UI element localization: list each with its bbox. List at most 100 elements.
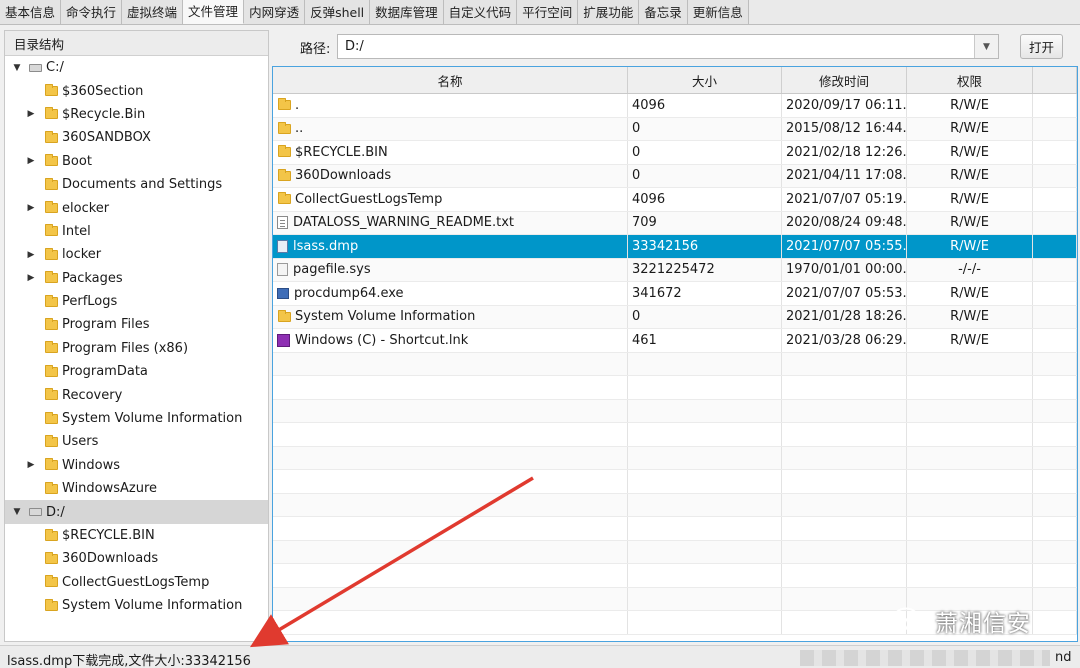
tree-folder[interactable]: Program Files (x86) (5, 337, 268, 360)
tab-3[interactable]: 文件管理 (183, 0, 245, 24)
tree-folder[interactable]: 360SANDBOX (5, 126, 268, 149)
file-modified: 2020/08/24 09:48... (782, 211, 907, 234)
folder-icon (45, 130, 58, 143)
tab-8[interactable]: 平行空间 (517, 0, 579, 24)
file-size: 0 (628, 141, 782, 164)
tree-folder[interactable]: WindowsAzure (5, 477, 268, 500)
empty-cell (273, 540, 628, 563)
table-row[interactable]: lsass.dmp 33342156 2021/07/07 05:55... R/W/… (273, 235, 1077, 259)
tab-5[interactable]: 反弹shell (305, 0, 371, 24)
empty-cell (1033, 423, 1077, 446)
file-size: 4096 (628, 188, 782, 211)
table-row[interactable]: Windows (C) - Shortcut.lnk 461 2021/03/28 … (273, 329, 1077, 353)
empty-cell (907, 493, 1033, 516)
tab-11[interactable]: 更新信息 (687, 0, 749, 24)
tree-folder[interactable]: ▶ elocker (5, 196, 268, 219)
folder-icon (278, 98, 291, 111)
empty-cell (907, 423, 1033, 446)
table-row[interactable]: .. 0 2015/08/12 16:44... R/W/E (273, 117, 1077, 141)
tree-body: ▼ C:/ $360Section ▶ $Recycle.Bin 360SANDBOX ▶ B… (5, 56, 268, 617)
row-filler (1033, 188, 1077, 211)
tab-2[interactable]: 虚拟终端 (122, 0, 184, 24)
column-header-name[interactable]: 名称 (273, 67, 628, 93)
tree-folder[interactable]: Users (5, 430, 268, 453)
file-name-cell: System Volume Information (273, 305, 628, 328)
empty-cell (628, 517, 782, 540)
empty-cell (782, 399, 907, 422)
caret-right-icon[interactable]: ▶ (24, 273, 38, 283)
caret-right-icon[interactable]: ▶ (24, 203, 38, 213)
watermark: 萧湘信安 (893, 604, 1031, 638)
tree-folder[interactable]: Intel (5, 220, 268, 243)
tree-folder[interactable]: ProgramData (5, 360, 268, 383)
empty-cell (628, 587, 782, 610)
tree-folder[interactable]: 360Downloads (5, 547, 268, 570)
column-header-permission[interactable]: 权限 (907, 67, 1033, 93)
path-combobox[interactable]: D:/ ▼ (337, 34, 999, 59)
caret-right-icon[interactable]: ▶ (24, 250, 38, 260)
tree-folder[interactable]: $RECYCLE.BIN (5, 524, 268, 547)
tab-10[interactable]: 备忘录 (639, 0, 688, 24)
tree-folder[interactable]: CollectGuestLogsTemp (5, 571, 268, 594)
folder-icon (45, 84, 58, 97)
tab-0[interactable]: 基本信息 (0, 0, 62, 24)
table-row[interactable]: 360Downloads 0 2021/04/11 17:08... R/W/E (273, 164, 1077, 188)
tree-folder[interactable]: Program Files (5, 313, 268, 336)
column-header-modified[interactable]: 修改时间 (782, 67, 907, 93)
path-input[interactable]: D:/ (338, 39, 974, 54)
row-filler (1033, 329, 1077, 352)
table-row[interactable]: procdump64.exe 341672 2021/07/07 05:53... R… (273, 282, 1077, 306)
column-header-size[interactable]: 大小 (628, 67, 782, 93)
tree-drive[interactable]: ▼ D:/ (5, 500, 268, 524)
open-button[interactable]: 打开 (1020, 34, 1063, 59)
empty-table-row (273, 540, 1077, 564)
tree-header: 目录结构 (5, 31, 268, 56)
tree-drive[interactable]: ▼ C:/ (5, 56, 268, 79)
tree-folder[interactable]: ▶ locker (5, 243, 268, 266)
table-row[interactable]: pagefile.sys 3221225472 1970/01/01 00:00..… (273, 258, 1077, 282)
tab-4[interactable]: 内网穿透 (244, 0, 306, 24)
chevron-down-icon[interactable]: ▼ (974, 35, 998, 58)
tree-folder[interactable]: ▶ Windows (5, 454, 268, 477)
tree-folder[interactable]: Documents and Settings (5, 173, 268, 196)
table-row[interactable]: $RECYCLE.BIN 0 2021/02/18 12:26... R/W/E (273, 141, 1077, 165)
folder-icon (278, 145, 291, 158)
table-header: 名称 大小 修改时间 权限 (273, 67, 1077, 94)
empty-cell (628, 470, 782, 493)
file-permission: R/W/E (907, 188, 1033, 211)
folder-icon (45, 434, 58, 447)
empty-cell (628, 540, 782, 563)
table-row[interactable]: DATALOSS_WARNING_README.txt 709 2020/08/24… (273, 211, 1077, 235)
caret-down-icon[interactable]: ▼ (10, 63, 24, 73)
row-filler (1033, 141, 1077, 164)
empty-cell (273, 587, 628, 610)
table-row[interactable]: CollectGuestLogsTemp 4096 2021/07/07 05:19… (273, 188, 1077, 212)
tree-folder[interactable]: System Volume Information (5, 594, 268, 617)
wechat-icon (893, 607, 926, 633)
tree-folder[interactable]: PerfLogs (5, 290, 268, 313)
table-row[interactable]: System Volume Information 0 2021/01/28 18:… (273, 305, 1077, 329)
tab-9[interactable]: 扩展功能 (578, 0, 640, 24)
caret-right-icon[interactable]: ▶ (24, 109, 38, 119)
tree-folder[interactable]: $360Section (5, 79, 268, 102)
empty-cell (782, 470, 907, 493)
tree-folder[interactable]: System Volume Information (5, 407, 268, 430)
tree-folder[interactable]: ▶ $Recycle.Bin (5, 103, 268, 126)
folder-icon (278, 168, 291, 181)
caret-right-icon[interactable]: ▶ (24, 156, 38, 166)
file-name: System Volume Information (295, 309, 476, 325)
file-permission: R/W/E (907, 94, 1033, 117)
tree-folder[interactable]: Recovery (5, 383, 268, 406)
tree-folder[interactable]: ▶ Packages (5, 267, 268, 290)
table-row[interactable]: . 4096 2020/09/17 06:11... R/W/E (273, 94, 1077, 118)
empty-cell (782, 376, 907, 399)
file-modified: 2021/07/07 05:55... (782, 235, 907, 258)
file-permission: R/W/E (907, 117, 1033, 140)
caret-right-icon[interactable]: ▶ (24, 460, 38, 470)
tab-1[interactable]: 命令执行 (61, 0, 123, 24)
file-modified: 2021/02/18 12:26... (782, 141, 907, 164)
tree-folder[interactable]: ▶ Boot (5, 150, 268, 173)
caret-down-icon[interactable]: ▼ (10, 507, 24, 517)
tab-6[interactable]: 数据库管理 (370, 0, 444, 24)
tab-7[interactable]: 自定义代码 (443, 0, 518, 24)
